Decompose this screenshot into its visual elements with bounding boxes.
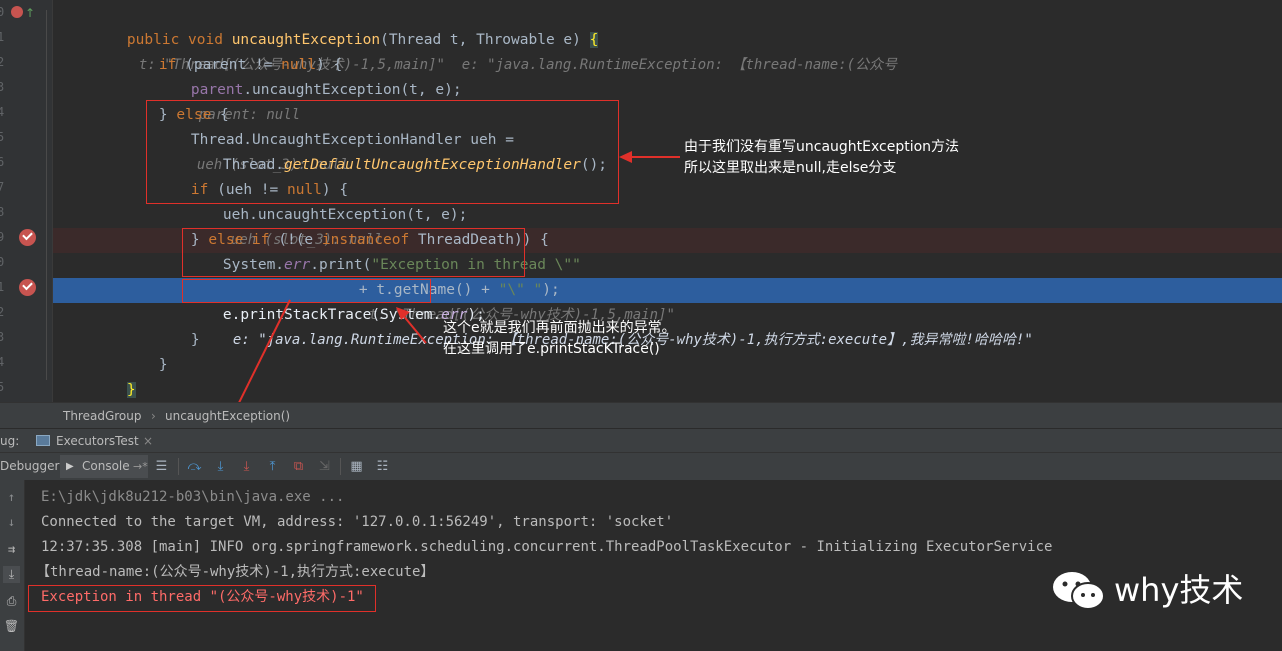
step-over-icon[interactable]: ⤼ (186, 458, 203, 475)
pin-icon[interactable]: →* (133, 453, 148, 480)
layout-icon[interactable]: ☰ (153, 458, 170, 475)
run-to-cursor-icon[interactable]: ⇲ (316, 458, 333, 475)
toolbar-divider (178, 458, 179, 475)
watermark-text: why技术 (1114, 571, 1244, 609)
arrow-head (396, 307, 410, 320)
breadcrumb-method[interactable]: uncaughtException() (165, 403, 290, 429)
toolbar-divider (340, 458, 341, 475)
console-line: Connected to the target VM, address: '12… (41, 514, 674, 530)
close-icon[interactable]: × (143, 429, 153, 453)
tab-console[interactable]: Console (82, 453, 130, 480)
trash-icon[interactable]: 🗑 (3, 618, 20, 635)
soft-wrap-icon[interactable]: ⇉ (3, 541, 20, 558)
wechat-logo-icon (1053, 572, 1105, 610)
print-icon[interactable]: ⎙ (3, 593, 20, 610)
console-line: 【thread-name:(公众号-why技术)-1,执行方式:execute】 (36, 564, 435, 580)
breadcrumb: ThreadGroup › uncaughtException() (0, 402, 1282, 429)
console-line: E:\jdk\jdk8u212-b03\bin\java.exe ... (41, 489, 345, 505)
tab-debugger[interactable]: Debugger (0, 453, 59, 480)
annotation-arrow (401, 313, 427, 344)
up-arrow-icon[interactable]: ↑ (3, 489, 20, 506)
console-line: 12:37:35.308 [main] INFO org.springframe… (41, 539, 1053, 555)
debug-session-bar: ug: ExecutorsTest × (0, 428, 1282, 453)
console-side-toolbar: ↑ ↓ ⇉ ⤓ ⎙ 🗑 (0, 480, 25, 651)
arrow-head (619, 151, 632, 163)
tab-executors-test[interactable]: ExecutorsTest (56, 429, 139, 453)
breadcrumb-separator: › (151, 409, 156, 423)
step-out-icon[interactable]: ⤒ (264, 458, 281, 475)
debug-toolbar: Debugger ▶ Console →* ☰ ⤼ ⤓ ⤓ ⤒ ⧉ ⇲ ▦ ☷ (0, 452, 1282, 481)
drop-frame-icon[interactable]: ⧉ (290, 458, 307, 475)
settings-icon[interactable]: ☷ (374, 458, 391, 475)
annotation-box (28, 585, 376, 612)
app-icon (36, 435, 50, 446)
down-arrow-icon[interactable]: ↓ (3, 514, 20, 531)
scroll-to-end-icon[interactable]: ⤓ (3, 566, 20, 583)
evaluate-icon[interactable]: ▦ (348, 458, 365, 475)
step-into-icon[interactable]: ⤓ (212, 458, 229, 475)
console-output[interactable]: ↑ ↓ ⇉ ⤓ ⎙ 🗑 E:\jdk\jdk8u212-b03\bin\java… (0, 480, 1282, 651)
force-step-into-icon[interactable]: ⤓ (238, 458, 255, 475)
debug-label: ug: (0, 434, 20, 448)
breadcrumb-class[interactable]: ThreadGroup (63, 403, 142, 429)
console-icon: ▶ (66, 461, 74, 472)
